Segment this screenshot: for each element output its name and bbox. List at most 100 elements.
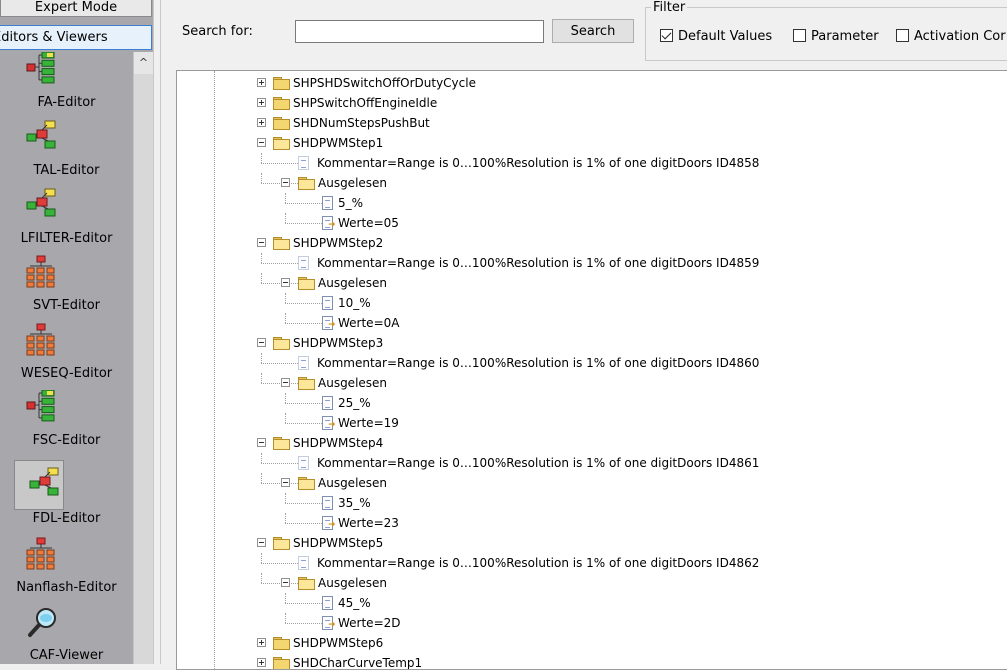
collapse-minus-icon[interactable] [281, 578, 290, 587]
tree-folder-node[interactable]: SHDPWMStep6 [177, 633, 1007, 653]
tree-folder-node[interactable]: Ausgelesen [177, 273, 1007, 293]
tree-value-node[interactable]: Werte=23 [177, 513, 1007, 533]
tree-connector [285, 503, 322, 504]
expand-plus-icon[interactable] [257, 638, 266, 647]
sidebar-scrollbar[interactable]: ^ [133, 52, 153, 664]
document-icon [298, 556, 309, 570]
tree-connector [261, 483, 298, 484]
tree-folder-node[interactable]: Ausgelesen [177, 373, 1007, 393]
tree-folder-node[interactable]: SHDPWMStep3 [177, 333, 1007, 353]
collapse-minus-icon[interactable] [257, 438, 266, 447]
editor-item-lfilter-editor[interactable]: LFILTER-Editor [0, 188, 133, 250]
editor-item-fa-editor[interactable]: FA-Editor [0, 51, 133, 114]
tree-node-label: Ausgelesen [318, 476, 388, 490]
tree-node-label: Kommentar=Range is 0…100%Resolution is 1… [317, 256, 760, 270]
tree-value-node[interactable]: Kommentar=Range is 0…100%Resolution is 1… [177, 453, 1007, 473]
tree-folder-node[interactable]: SHDPWMStep5 [177, 533, 1007, 553]
filter-checkbox-parameter[interactable]: Parameter [793, 29, 879, 45]
collapse-minus-icon[interactable] [281, 278, 290, 287]
tree-connector [261, 583, 298, 584]
folder-open-icon [298, 477, 315, 490]
tree-value-node[interactable]: 25_% [177, 393, 1007, 413]
editor-item-tal-editor[interactable]: TAL-Editor [0, 120, 133, 182]
collapse-minus-icon[interactable] [281, 378, 290, 387]
tree-folder-node[interactable]: Ausgelesen [177, 173, 1007, 193]
tree-node-label: Werte=23 [338, 516, 399, 530]
tree-connector [261, 173, 262, 183]
search-button[interactable]: Search [552, 19, 634, 43]
filter-checkbox-activation-cor[interactable]: Activation Cor [896, 29, 1006, 45]
editor-item-svt-editor[interactable]: SVT-Editor [0, 255, 133, 317]
editor-item-fdl-editor[interactable]: FDL-Editor [0, 460, 133, 526]
org-chart-icon [26, 255, 56, 292]
collapse-minus-icon[interactable] [257, 238, 266, 247]
editor-item-label: TAL-Editor [33, 163, 100, 178]
tree-value-node[interactable]: Werte=19 [177, 413, 1007, 433]
folder-icon [273, 77, 290, 90]
collapse-minus-icon[interactable] [257, 138, 266, 147]
tree-diagram-icon [26, 120, 56, 153]
tree-connector [261, 383, 298, 384]
collapse-minus-icon[interactable] [281, 178, 290, 187]
collapse-minus-icon[interactable] [257, 338, 266, 347]
tree-value-node[interactable]: 45_% [177, 593, 1007, 613]
editor-item-nanflash-editor[interactable]: Nanflash-Editor [0, 537, 133, 599]
tree-value-node[interactable]: Kommentar=Range is 0…100%Resolution is 1… [177, 353, 1007, 373]
tree-connector [261, 573, 262, 583]
collapse-minus-icon[interactable] [281, 478, 290, 487]
expert-mode-button[interactable]: Expert Mode [0, 0, 152, 17]
tree-value-node[interactable]: 35_% [177, 493, 1007, 513]
editor-item-weseq-editor[interactable]: WESEQ-Editor [0, 323, 133, 385]
document-icon [322, 196, 333, 210]
tree-connector [285, 423, 322, 424]
tree-folder-node[interactable]: SHPSwitchOffEngineIdle [177, 93, 1007, 113]
tree-connector [285, 323, 322, 324]
tree-folder-node[interactable]: SHDPWMStep2 [177, 233, 1007, 253]
editor-item-fsc-editor[interactable]: FSC-Editor [0, 389, 133, 452]
tree-value-node[interactable]: 5_% [177, 193, 1007, 213]
tree-value-node[interactable]: 10_% [177, 293, 1007, 313]
checkbox-checked-icon [660, 29, 673, 42]
tree-folder-node[interactable]: SHPSHDSwitchOffOrDutyCycle [177, 73, 1007, 93]
tree-folder-node[interactable]: Ausgelesen [177, 473, 1007, 493]
editor-item-label: SVT-Editor [32, 298, 101, 313]
tree-folder-node[interactable]: Ausgelesen [177, 573, 1007, 593]
tree-value-node[interactable]: Kommentar=Range is 0…100%Resolution is 1… [177, 553, 1007, 573]
parameter-tree[interactable]: SHPSHDSwitchOffOrDutyCycle SHPSwitchOffEn… [176, 70, 1007, 670]
pane-splitter[interactable] [153, 0, 170, 664]
editor-item-label: FA-Editor [37, 95, 96, 110]
tree-value-node[interactable]: Kommentar=Range is 0…100%Resolution is 1… [177, 253, 1007, 273]
tree-value-node[interactable]: Kommentar=Range is 0…100%Resolution is 1… [177, 153, 1007, 173]
tree-node-label: 10_% [338, 296, 371, 310]
tree-value-node[interactable]: Werte=0A [177, 313, 1007, 333]
tree-connector [285, 223, 322, 224]
tree-node-label: SHDPWMStep1 [293, 136, 384, 150]
tree-value-node[interactable]: Werte=2D [177, 613, 1007, 633]
tree-folder-node[interactable]: SHDPWMStep1 [177, 133, 1007, 153]
editors-viewers-tab[interactable]: Editors & Viewers [0, 25, 152, 50]
filter-checkbox-default-values[interactable]: Default Values [660, 29, 772, 45]
tree-connector [285, 313, 286, 323]
filter-checkbox-label: Default Values [678, 29, 773, 44]
expand-plus-icon[interactable] [257, 658, 266, 667]
expand-plus-icon[interactable] [257, 98, 266, 107]
expand-plus-icon[interactable] [257, 78, 266, 87]
collapse-minus-icon[interactable] [257, 538, 266, 547]
editor-item-label: FSC-Editor [32, 433, 101, 448]
document-icon [298, 456, 309, 470]
document-icon [322, 596, 333, 610]
editor-item-caf-viewer[interactable]: CAF-Viewer [0, 605, 133, 667]
tree-folder-node[interactable]: SHDPWMStep4 [177, 433, 1007, 453]
document-icon [322, 496, 333, 510]
hierarchy-icon [26, 389, 56, 425]
tree-folder-node[interactable]: SHDNumStepsPushBut [177, 113, 1007, 133]
tree-node-label: SHPSwitchOffEngineIdle [293, 96, 438, 110]
expand-plus-icon[interactable] [257, 118, 266, 127]
tree-folder-node[interactable]: SHDCharCurveTemp1 [177, 653, 1007, 669]
chevron-up-icon: ^ [138, 56, 149, 69]
tree-node-label: 5_% [338, 196, 364, 210]
search-input[interactable] [295, 20, 544, 43]
tree-value-node[interactable]: Werte=05 [177, 213, 1007, 233]
document-arrow-icon [322, 416, 336, 430]
scroll-up-button[interactable]: ^ [134, 52, 153, 74]
